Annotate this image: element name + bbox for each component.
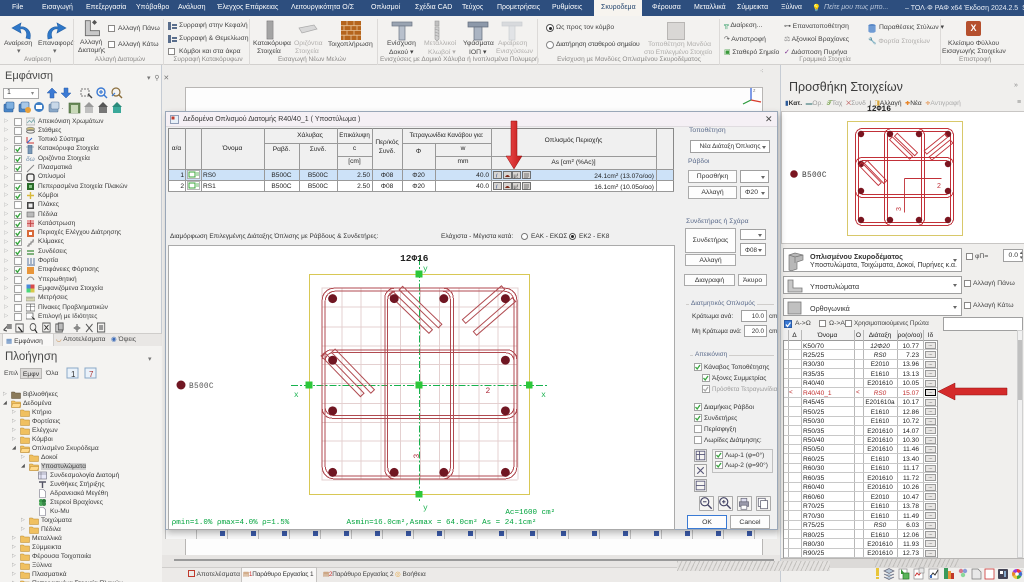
svg-text:3: 3 [413,453,422,458]
svg-text:Ac=1600 cm²: Ac=1600 cm² [505,508,555,517]
svg-text:3: 3 [896,207,903,211]
svg-text:B500C: B500C [802,172,827,180]
svg-text:x: x [294,391,299,400]
svg-text:z: z [753,88,756,94]
svg-text:2: 2 [486,387,491,396]
svg-text:B500C: B500C [189,383,214,391]
svg-text:1: 1 [71,370,76,379]
svg-text:7: 7 [89,370,94,379]
svg-text:y: y [423,504,428,513]
svg-text:x: x [541,391,546,400]
svg-text:12Φ16: 12Φ16 [400,253,429,264]
svg-text:ρmin=1.0% ρmax=4.0% ρ=1.5%: ρmin=1.0% ρmax=4.0% ρ=1.5% [172,519,290,527]
svg-text:y: y [423,265,428,274]
svg-text:μ!: μ! [514,173,519,179]
svg-text:·: · [61,104,64,113]
svg-text:Asmin=16.0cm²,Asmax = 64.0cm²: Asmin=16.0cm²,Asmax = 64.0cm² As = 24.1c… [347,518,537,527]
svg-text:2: 2 [937,183,941,190]
svg-text:δω: δω [26,156,35,163]
svg-text:μ!: μ! [514,184,519,190]
